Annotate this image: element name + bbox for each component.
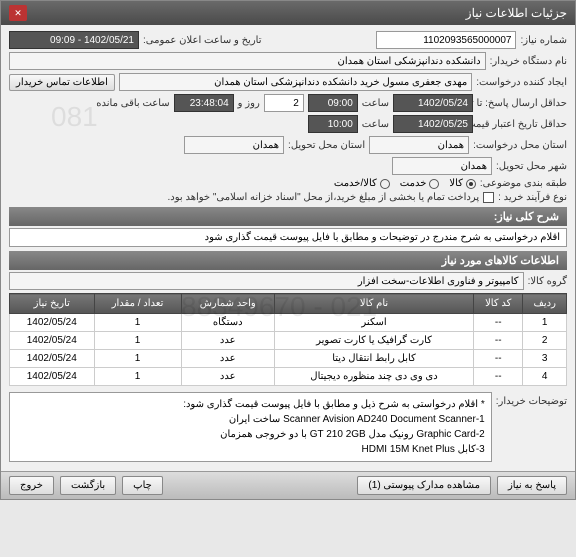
requester-field: مهدی جعفری مسول خرید دانشکده دندانپزشکی … bbox=[119, 73, 472, 91]
buy-process-check[interactable] bbox=[483, 192, 494, 203]
window: 081 021 - 88349670 جزئیات اطلاعات نیاز ✕… bbox=[0, 0, 576, 500]
group-field: کامپیوتر و فناوری اطلاعات-سخت افزار bbox=[9, 272, 524, 290]
time-label: ساعت bbox=[362, 98, 389, 109]
note-line: 1-Scanner Avision AD240 Document Scanner… bbox=[16, 412, 485, 427]
deadline-date-field: 1402/05/24 bbox=[393, 94, 473, 112]
deliver-city-field: همدان bbox=[392, 157, 492, 175]
table-header: کد کالا bbox=[474, 294, 523, 314]
radio-goods-service[interactable]: کالا/خدمت bbox=[334, 178, 390, 189]
summary-text: اقلام درخواستی به شرح مندرج در توضیحات و… bbox=[9, 228, 567, 247]
deliver-city-label: شهر محل تحویل: bbox=[496, 161, 567, 172]
contact-button[interactable]: اطلاعات تماس خریدار bbox=[9, 74, 115, 91]
req-province-field: همدان bbox=[369, 136, 469, 154]
exit-button[interactable]: خروج bbox=[9, 476, 54, 495]
note-line: * اقلام درخواستی به شرح ذیل و مطابق با ف… bbox=[16, 397, 485, 412]
print-button[interactable]: چاپ bbox=[122, 476, 163, 495]
titlebar: جزئیات اطلاعات نیاز ✕ bbox=[1, 1, 575, 25]
need-no-label: شماره نیاز: bbox=[520, 35, 567, 46]
window-title: جزئیات اطلاعات نیاز bbox=[466, 6, 567, 20]
buy-process-label: نوع فرآیند خرید : bbox=[498, 192, 567, 203]
days-label: روز و bbox=[238, 98, 260, 109]
validity-time-field: 10:00 bbox=[308, 115, 358, 133]
need-no-field: 1102093565000007 bbox=[376, 31, 516, 49]
validity-label: حداقل تاریخ اعتبار قیمت: تا تاریخ: bbox=[477, 119, 567, 130]
table-row[interactable]: 3--کابل رابط انتقال دیتاعدد11402/05/24 bbox=[10, 350, 567, 368]
deadline-time-field: 09:00 bbox=[308, 94, 358, 112]
buy-process-note: پرداخت تمام یا بخشی از مبلغ خرید،از محل … bbox=[168, 192, 480, 203]
validity-time-label: ساعت bbox=[362, 119, 389, 130]
deliver-province-field: همدان bbox=[184, 136, 284, 154]
respond-button[interactable]: پاسخ به نیاز bbox=[497, 476, 567, 495]
announce-date-field: 1402/05/21 - 09:09 bbox=[9, 31, 139, 49]
table-row[interactable]: 1--اسکنردستگاه11402/05/24 bbox=[10, 314, 567, 332]
table-header: ردیف bbox=[523, 294, 567, 314]
buyer-org-label: نام دستگاه خریدار: bbox=[490, 56, 567, 67]
table-header: تاریخ نیاز bbox=[10, 294, 95, 314]
items-table: ردیفکد کالانام کالاواحد شمارشتعداد / مقد… bbox=[9, 293, 567, 386]
announce-date-label: تاریخ و ساعت اعلان عمومی: bbox=[143, 35, 262, 46]
buyer-notes-box: * اقلام درخواستی به شرح ذیل و مطابق با ف… bbox=[9, 392, 492, 462]
table-row[interactable]: 4--دی وی دی چند منظوره دیجیتالعدد11402/0… bbox=[10, 368, 567, 386]
radio-goods[interactable]: کالا bbox=[449, 178, 476, 189]
validity-date-field: 1402/05/25 bbox=[393, 115, 473, 133]
footer-bar: پاسخ به نیاز مشاهده مدارک پیوستی (1) چاپ… bbox=[1, 471, 575, 499]
deliver-province-label: استان محل تحویل: bbox=[288, 140, 365, 151]
countdown-suffix: ساعت باقی مانده bbox=[96, 98, 169, 109]
form-content: شماره نیاز: 1102093565000007 تاریخ و ساع… bbox=[1, 25, 575, 471]
table-header: تعداد / مقدار bbox=[94, 294, 181, 314]
table-header: واحد شمارش bbox=[181, 294, 274, 314]
attachments-button[interactable]: مشاهده مدارک پیوستی (1) bbox=[357, 476, 491, 495]
subject-cat-radios: کالا خدمت کالا/خدمت bbox=[334, 178, 476, 189]
note-line: 3-کابل HDMI 15M Knet Plus bbox=[16, 442, 485, 457]
items-header: اطلاعات کالاهای مورد نیاز bbox=[9, 251, 567, 270]
radio-service[interactable]: خدمت bbox=[400, 178, 440, 189]
back-button[interactable]: بازگشت bbox=[60, 476, 116, 495]
subject-cat-label: طبقه بندی موضوعی: bbox=[480, 178, 567, 189]
table-row[interactable]: 2--کارت گرافیک یا کارت تصویرعدد11402/05/… bbox=[10, 332, 567, 350]
buyer-notes-label: توضیحات خریدار: bbox=[496, 392, 567, 407]
countdown-field: 23:48:04 bbox=[174, 94, 234, 112]
close-icon[interactable]: ✕ bbox=[9, 5, 27, 21]
requester-label: ایجاد کننده درخواست: bbox=[476, 77, 567, 88]
req-province-label: استان محل درخواست: bbox=[473, 140, 567, 151]
deadline-label: حداقل ارسال پاسخ: تا تاریخ: bbox=[477, 98, 567, 109]
summary-header: شرح کلی نیاز: bbox=[9, 207, 567, 226]
buyer-org-field: دانشکده دندانپزشکی استان همدان bbox=[9, 52, 486, 70]
days-field: 2 bbox=[264, 94, 304, 112]
group-label: گروه کالا: bbox=[528, 276, 567, 287]
table-header: نام کالا bbox=[274, 294, 473, 314]
note-line: 2-Graphic Card رونیک مدل GT 210 2GB با د… bbox=[16, 427, 485, 442]
